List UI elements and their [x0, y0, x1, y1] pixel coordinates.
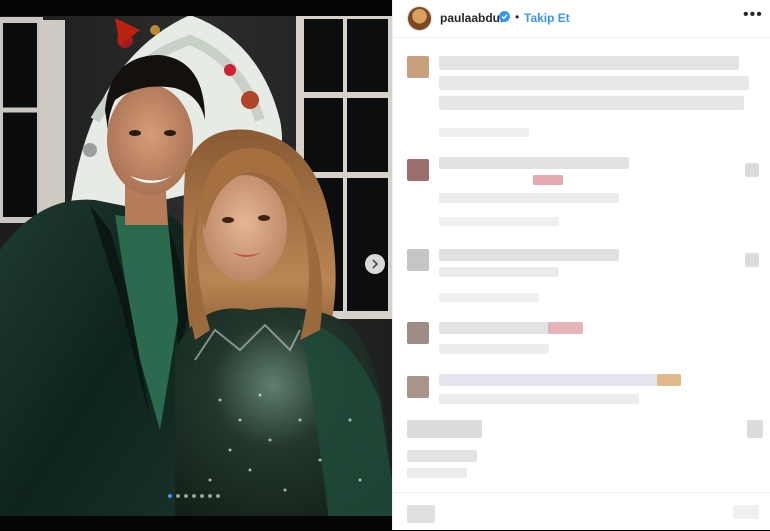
- redacted-text: [439, 193, 619, 203]
- likes-section: [393, 448, 770, 488]
- avatar: [407, 159, 429, 181]
- verified-badge-icon: [499, 11, 510, 22]
- redacted-text: [439, 96, 744, 110]
- bookmark-icon[interactable]: [747, 420, 763, 438]
- redacted-text: [439, 157, 629, 169]
- post-button[interactable]: [733, 505, 759, 519]
- redacted-icons[interactable]: [407, 420, 482, 438]
- comment-item: [393, 245, 770, 310]
- redacted-text: [439, 56, 739, 70]
- comment-input-bar: [393, 492, 770, 531]
- avatar: [407, 376, 429, 398]
- carousel-dot: [216, 494, 220, 498]
- redacted-text: [407, 450, 477, 462]
- action-bar: [393, 416, 770, 442]
- post-photo[interactable]: [0, 0, 392, 530]
- comment-item: [393, 318, 770, 363]
- redacted-text: [657, 374, 681, 386]
- avatar: [407, 56, 429, 78]
- redacted-text: [407, 468, 467, 478]
- photo-image: [0, 0, 392, 530]
- follow-button[interactable]: Takip Et: [524, 11, 570, 25]
- avatar: [407, 249, 429, 271]
- redacted-text: [439, 128, 529, 137]
- photo-bottom-border: [0, 516, 392, 530]
- carousel-dot: [176, 494, 180, 498]
- like-icon[interactable]: [745, 163, 759, 177]
- emoji-icon[interactable]: [407, 505, 435, 523]
- separator-dot: •: [515, 10, 520, 24]
- post-side-panel: paulaabdul • Takip Et •••: [392, 0, 770, 530]
- redacted-text: [439, 267, 559, 277]
- chevron-right-icon: [372, 259, 379, 269]
- redacted-text: [533, 175, 563, 185]
- redacted-text: [439, 374, 679, 386]
- avatar: [407, 322, 429, 344]
- photo-top-border: [0, 0, 392, 16]
- username-link[interactable]: paulaabdul: [440, 11, 503, 25]
- redacted-text: [439, 249, 619, 261]
- more-options-icon[interactable]: •••: [743, 6, 763, 24]
- redacted-text: [439, 76, 749, 90]
- carousel-dot: [168, 494, 172, 498]
- post-header: paulaabdul • Takip Et •••: [393, 0, 770, 38]
- carousel-dot: [208, 494, 212, 498]
- carousel-dot: [184, 494, 188, 498]
- like-icon[interactable]: [745, 253, 759, 267]
- carousel-indicator: [168, 494, 220, 498]
- avatar[interactable]: [407, 6, 432, 31]
- comment-item: [393, 155, 770, 235]
- redacted-text: [548, 322, 583, 334]
- carousel-next-button[interactable]: [365, 254, 385, 274]
- carousel-dot: [192, 494, 196, 498]
- redacted-text: [439, 344, 549, 354]
- carousel-dot: [200, 494, 204, 498]
- comment-item: [393, 372, 770, 412]
- comment-item: [393, 52, 770, 142]
- redacted-text: [439, 217, 559, 226]
- redacted-text: [439, 293, 539, 302]
- redacted-text: [439, 394, 639, 404]
